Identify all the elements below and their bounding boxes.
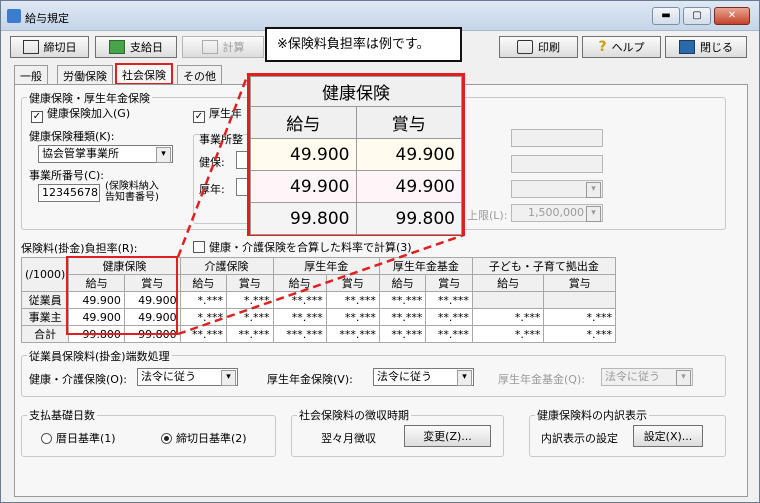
zoom-title: 健康保険 <box>250 76 462 107</box>
window: 給与規定 ▬ ▢ ✕ 締切日 支給日 計算 印刷 ? ヘルプ 閉じる 一般 労働… <box>0 0 760 503</box>
zoom-sub-bonus: 賞与 <box>355 106 462 139</box>
example-note-callout: ※保険料負担率は例です。 <box>265 27 462 62</box>
zoom-table: 健康保険 給与 賞与 49.900 49.900 49.900 49.900 9… <box>250 76 462 235</box>
zoom-value: 99.800 <box>250 202 357 235</box>
basis-closing-radio[interactable]: 締切日基準(2) <box>161 430 247 446</box>
radio-on-icon <box>161 433 172 444</box>
basis-group-title: 支払基礎日数 <box>27 407 97 423</box>
rounding-health-select[interactable]: 法令に従う <box>137 368 238 386</box>
rounding-pension-select[interactable]: 法令に従う <box>373 368 474 386</box>
rounding-pension-label: 厚生年金保険(V): <box>267 373 353 386</box>
timing-value: 翌々月徴収 <box>321 432 376 445</box>
timing-change-button[interactable]: 変更(Z)... <box>404 425 491 447</box>
zoom-value: 49.900 <box>250 138 357 171</box>
zoom-value: 49.900 <box>355 170 462 203</box>
rounding-fund-label: 厚生年金基金(Q): <box>498 373 585 386</box>
breakdown-group-title: 健康保険料の内訳表示 <box>535 407 649 423</box>
basis-calendar-radio[interactable]: 暦日基準(1) <box>41 430 116 446</box>
radio-off-icon <box>41 433 52 444</box>
rounding-health-label: 健康・介護保険(O): <box>29 373 127 386</box>
breakdown-settings-button[interactable]: 設定(X)... <box>633 425 703 447</box>
basis-closing-label: 締切日基準(2) <box>176 432 247 445</box>
timing-group-title: 社会保険料の徴収時期 <box>297 407 411 423</box>
zoom-callout: 健康保険 給与 賞与 49.900 49.900 49.900 49.900 9… <box>247 73 465 236</box>
leader-line-bottom <box>177 233 465 336</box>
zoom-value: 49.900 <box>355 138 462 171</box>
basis-calendar-label: 暦日基準(1) <box>56 432 116 445</box>
rounding-fund-select[interactable]: 法令に従う <box>601 368 693 386</box>
breakdown-label: 内訳表示の設定 <box>541 432 618 445</box>
rounding-group-title: 従業員保険料(掛金)端数処理 <box>27 348 172 364</box>
zoom-sub-salary: 給与 <box>250 106 357 139</box>
zoom-value: 99.800 <box>355 202 462 235</box>
leader-line-top <box>176 73 250 258</box>
zoom-value: 49.900 <box>250 170 357 203</box>
